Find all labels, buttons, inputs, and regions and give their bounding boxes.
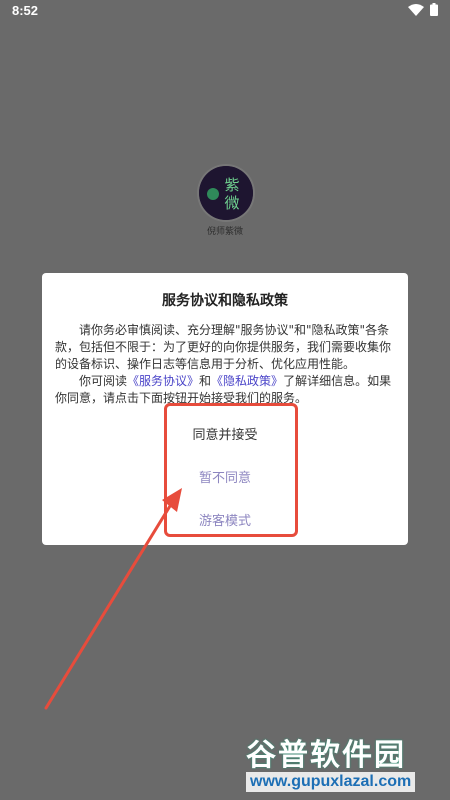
status-bar: 8:52 [0,0,450,22]
app-logo: 紫 微 [199,166,253,220]
watermark-url: www.gupuxlazal.com [246,772,416,792]
dialog-body: 请你务必审慎阅读、充分理解"服务协议"和"隐私政策"各条款，包括但不限于：为了更… [55,322,397,407]
paragraph-2-prefix: 你可阅读 [79,374,128,388]
wifi-icon [408,3,424,20]
app-logo-text-top: 紫 [224,176,239,194]
battery-icon [430,3,438,20]
watermark-logo-text: 谷普软件园 [246,738,406,773]
dialog-paragraph-1: 请你务必审慎阅读、充分理解"服务协议"和"隐私政策"各条款，包括但不限于：为了更… [55,323,392,371]
status-time: 8:52 [12,3,39,18]
paragraph-2-and: 和 [199,374,212,388]
app-name: 倪师紫微 [206,227,243,237]
app-logo-text-bottom: 微 [224,194,239,212]
privacy-policy-link[interactable]: 《隐私政策》 [211,374,283,388]
dialog-paragraph-2: 你可阅读《服务协议》和《隐私政策》了解详细信息。如果你同意，请点击下面按钮开始接… [55,373,397,407]
screen: 8:52 紫 微 倪师紫微 服务协议和隐私政策 请你务必审慎阅读、充分理解"服务… [0,0,450,800]
service-agreement-link[interactable]: 《服务协议》 [127,374,199,388]
status-icons [408,3,438,20]
annotation-highlight-box [164,403,298,537]
dialog-title: 服务协议和隐私政策 [162,293,288,309]
watermark: 谷普软件园 www.gupuxlazal.com [246,730,450,800]
